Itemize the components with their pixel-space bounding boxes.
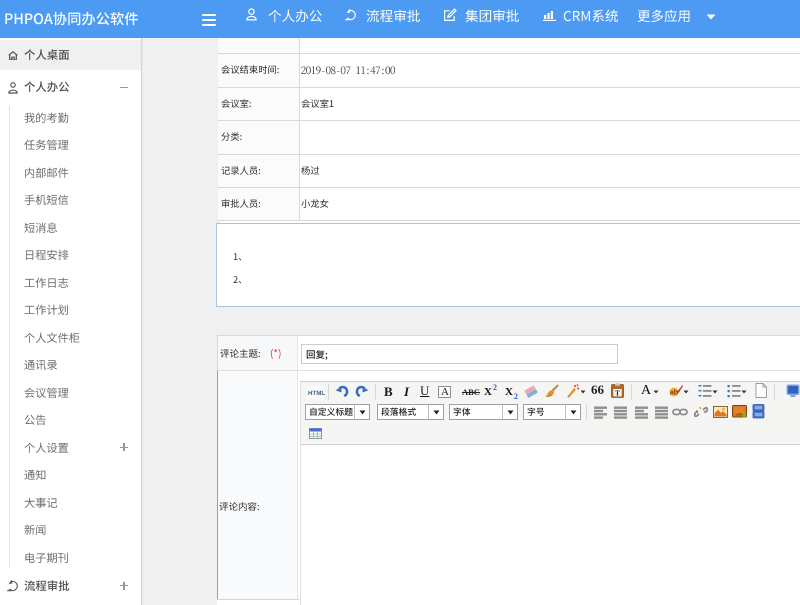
svg-text:T: T bbox=[615, 389, 620, 397]
svg-text:ab: ab bbox=[670, 390, 678, 397]
